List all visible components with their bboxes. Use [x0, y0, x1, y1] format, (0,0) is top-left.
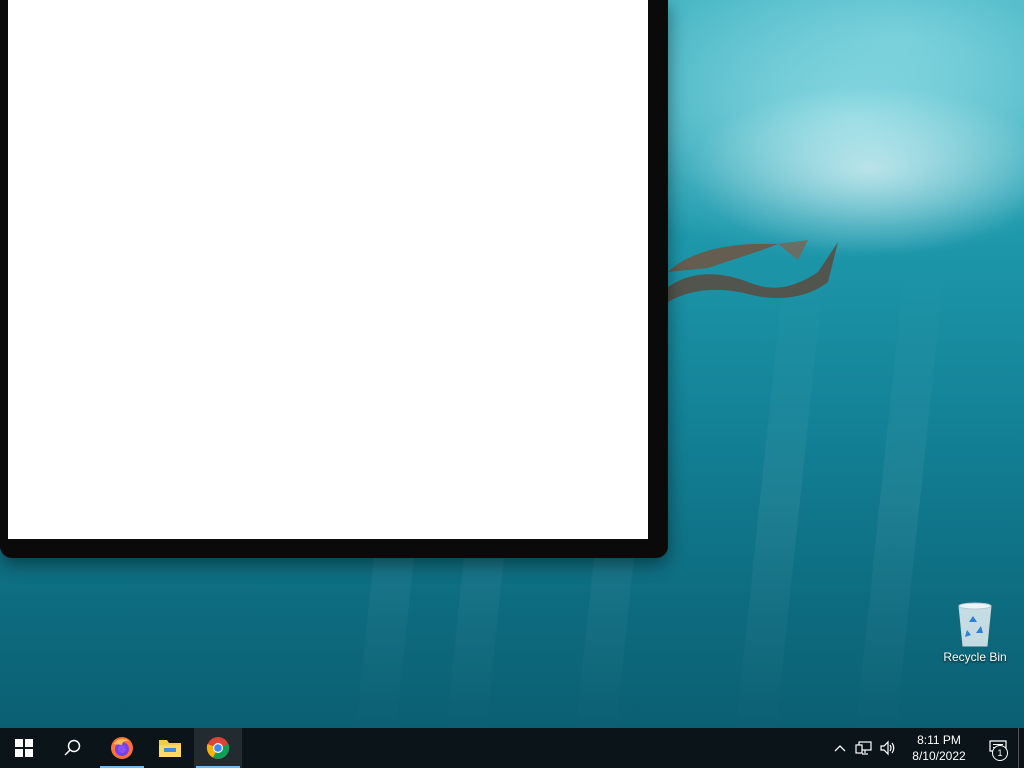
start-button[interactable]: [0, 728, 48, 768]
desktop-icon-label: Recycle Bin: [943, 650, 1007, 664]
action-center-button[interactable]: 1: [978, 728, 1018, 768]
firefox-icon: [111, 737, 133, 759]
wallpaper-diver-image: [668, 240, 838, 302]
desktop-icon-recycle-bin[interactable]: Recycle Bin: [940, 600, 1010, 664]
network-icon: [855, 741, 872, 755]
taskbar-app-firefox[interactable]: [98, 728, 146, 768]
system-tray: 8:11 PM 8/10/2022 1: [828, 728, 1024, 768]
volume-button[interactable]: [876, 728, 900, 768]
light-ray: [854, 260, 946, 728]
windows-logo-icon: [15, 739, 33, 757]
volume-icon: [880, 740, 895, 756]
show-hidden-icons-button[interactable]: [828, 728, 852, 768]
recycle-bin-icon: [958, 602, 992, 647]
clock-time: 8:11 PM: [917, 733, 961, 747]
show-desktop-button[interactable]: [1018, 728, 1024, 768]
folder-icon: [159, 740, 181, 757]
search-icon: [64, 739, 81, 756]
clock[interactable]: 8:11 PM 8/10/2022: [904, 732, 974, 764]
window-content[interactable]: [8, 0, 648, 539]
app-window[interactable]: [0, 0, 668, 558]
light-ray: [734, 260, 826, 728]
notification-badge: 1: [992, 745, 1008, 761]
taskbar: 8:11 PM 8/10/2022 1: [0, 728, 1024, 768]
taskbar-app-file-explorer[interactable]: [146, 728, 194, 768]
search-button[interactable]: [48, 728, 96, 768]
clock-date: 8/10/2022: [912, 749, 966, 763]
chrome-icon: [206, 737, 230, 759]
desktop[interactable]: Recycle Bin: [0, 0, 1024, 728]
chevron-up-icon: [834, 745, 846, 752]
network-button[interactable]: [852, 728, 876, 768]
taskbar-app-chrome[interactable]: [194, 728, 242, 768]
